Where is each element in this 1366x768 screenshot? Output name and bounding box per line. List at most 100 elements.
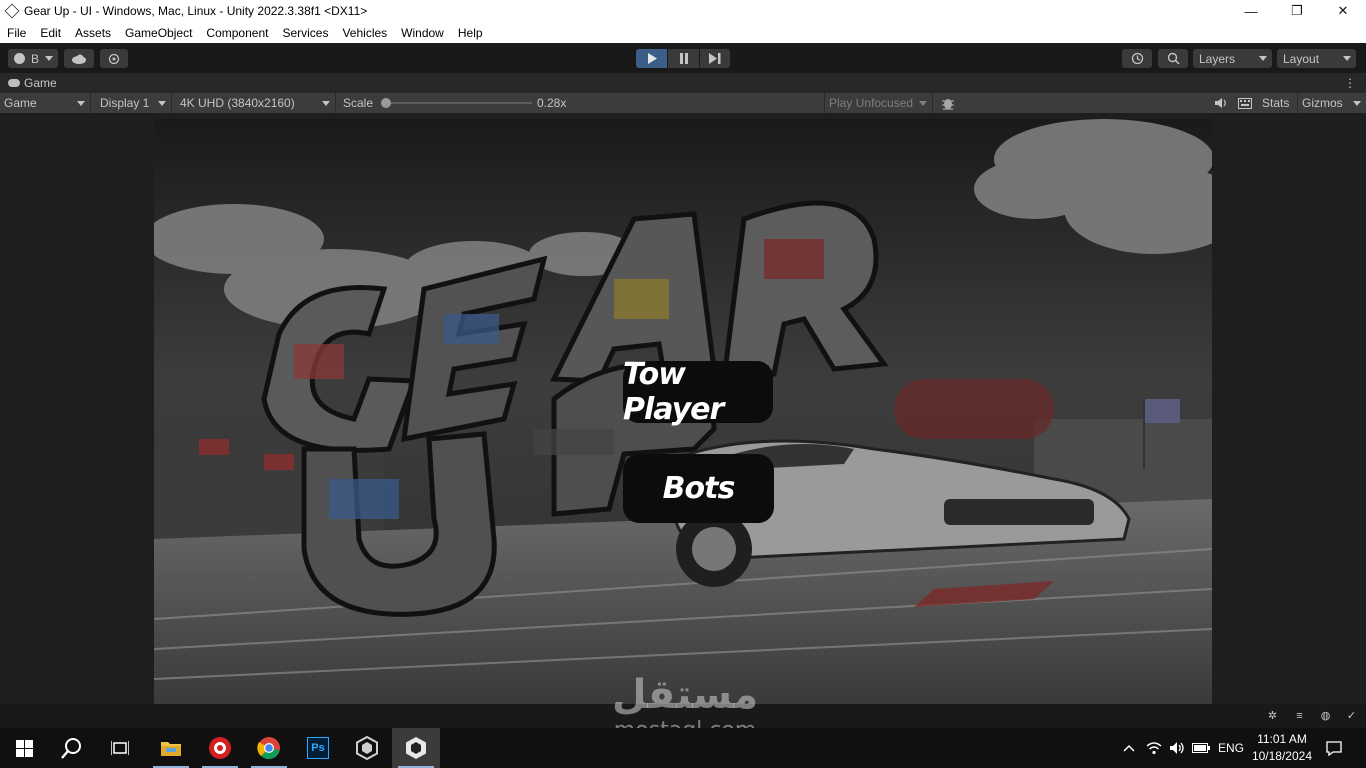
wifi-icon bbox=[1146, 742, 1162, 755]
chevron-up-icon bbox=[1123, 744, 1135, 752]
display-dropdown[interactable]: Display 1 bbox=[96, 93, 172, 113]
menu-component[interactable]: Component bbox=[199, 26, 275, 40]
bug-button[interactable] bbox=[937, 93, 959, 113]
battery-tray-button[interactable] bbox=[1190, 728, 1212, 768]
scale-slider[interactable] bbox=[380, 93, 532, 113]
chevron-down-icon bbox=[1343, 56, 1351, 61]
recorder-app-button[interactable] bbox=[196, 728, 244, 768]
menu-services[interactable]: Services bbox=[275, 26, 335, 40]
chevron-down-icon bbox=[1353, 101, 1361, 106]
scale-slider-track bbox=[384, 102, 532, 104]
history-icon bbox=[1131, 52, 1143, 65]
menu-edit[interactable]: Edit bbox=[33, 26, 68, 40]
menu-assets[interactable]: Assets bbox=[68, 26, 118, 40]
notification-icon bbox=[1326, 740, 1342, 756]
gizmos-dropdown[interactable]: Gizmos bbox=[1297, 93, 1366, 113]
stats-button[interactable]: Stats bbox=[1262, 93, 1289, 113]
language-indicator[interactable]: ENG bbox=[1214, 728, 1248, 768]
scale-value: 0.28x bbox=[537, 96, 567, 110]
step-icon bbox=[709, 53, 721, 64]
play-icon bbox=[647, 53, 657, 64]
chrome-icon bbox=[257, 737, 280, 760]
account-icon bbox=[14, 53, 25, 64]
file-explorer-button[interactable] bbox=[147, 728, 195, 768]
progress-icon[interactable]: ◍ bbox=[1319, 710, 1332, 723]
taskbar: Ps ENG 11:01 AM 10/18/2024 bbox=[0, 728, 1366, 768]
menu-help[interactable]: Help bbox=[451, 26, 490, 40]
chrome-button[interactable] bbox=[245, 728, 293, 768]
start-button[interactable] bbox=[0, 728, 48, 768]
unity-editor-button[interactable] bbox=[392, 728, 440, 768]
photoshop-label: Ps bbox=[311, 742, 325, 754]
search-taskbar-button[interactable] bbox=[48, 728, 96, 768]
tab-game[interactable]: Game bbox=[24, 76, 57, 90]
menu-window[interactable]: Window bbox=[394, 26, 451, 40]
account-label: B bbox=[31, 51, 40, 66]
chevron-down-icon bbox=[158, 101, 166, 106]
photoshop-button[interactable]: Ps bbox=[294, 728, 342, 768]
game-view-toolbar: Game Display 1 4K UHD (3840x2160) Scale … bbox=[0, 93, 1366, 113]
windows-logo-icon bbox=[15, 739, 33, 757]
battery-icon bbox=[1192, 743, 1210, 753]
restore-button[interactable]: ❐ bbox=[1274, 0, 1320, 22]
search-icon bbox=[1167, 52, 1180, 65]
mute-audio-button[interactable] bbox=[1210, 93, 1230, 113]
volume-icon bbox=[1170, 742, 1184, 754]
history-button[interactable] bbox=[1122, 49, 1152, 68]
pause-icon bbox=[679, 53, 688, 64]
unity-hub-button[interactable] bbox=[343, 728, 391, 768]
unity-app-icon bbox=[4, 3, 20, 19]
check-icon[interactable]: ✓ bbox=[1345, 710, 1358, 723]
layout-dropdown[interactable]: Layout bbox=[1277, 49, 1356, 68]
two-player-button[interactable]: Tow Player bbox=[623, 357, 773, 427]
volume-tray-button[interactable] bbox=[1166, 728, 1188, 768]
pause-button[interactable] bbox=[668, 49, 699, 68]
scale-slider-handle[interactable] bbox=[381, 98, 391, 108]
scale-label: Scale bbox=[343, 96, 374, 110]
menu-file[interactable]: File bbox=[0, 26, 33, 40]
menu-vehicles[interactable]: Vehicles bbox=[335, 26, 394, 40]
window-title-bar: Gear Up - UI - Windows, Mac, Linux - Uni… bbox=[0, 0, 1366, 22]
layers-dropdown[interactable]: Layers bbox=[1193, 49, 1272, 68]
menu-bar: File Edit Assets GameObject Component Se… bbox=[0, 22, 1366, 43]
resolution-label: 4K UHD (3840x2160) bbox=[180, 96, 295, 110]
shortcuts-button[interactable] bbox=[1234, 93, 1256, 113]
menu-gameobject[interactable]: GameObject bbox=[118, 26, 199, 40]
display-label: Display 1 bbox=[100, 96, 150, 110]
show-hidden-icons-button[interactable] bbox=[1119, 728, 1139, 768]
stack-icon[interactable]: ≡ bbox=[1293, 710, 1306, 723]
gizmos-label: Gizmos bbox=[1302, 96, 1343, 110]
tab-menu-icon[interactable]: ⋮ bbox=[1344, 76, 1356, 90]
unity-editor-icon bbox=[406, 737, 426, 759]
view-mode-dropdown[interactable]: Game bbox=[0, 93, 91, 113]
chevron-down-icon bbox=[1259, 56, 1267, 61]
game-viewport: Tow Player Bots bbox=[0, 113, 1366, 704]
chevron-down-icon bbox=[322, 101, 330, 106]
debug-icon[interactable]: ✲ bbox=[1266, 710, 1279, 723]
network-tray-button[interactable] bbox=[1143, 728, 1165, 768]
photoshop-icon: Ps bbox=[307, 737, 329, 759]
system-clock[interactable]: 11:01 AM 10/18/2024 bbox=[1252, 731, 1312, 765]
close-button[interactable]: ✕ bbox=[1320, 0, 1366, 22]
record-app-icon bbox=[209, 737, 231, 759]
task-view-icon bbox=[111, 741, 129, 755]
cloud-icon bbox=[72, 54, 86, 64]
step-button[interactable] bbox=[700, 49, 730, 68]
bots-button[interactable]: Bots bbox=[623, 454, 774, 523]
collab-icon bbox=[108, 53, 120, 64]
collab-button[interactable] bbox=[100, 49, 128, 68]
view-mode-label: Game bbox=[4, 96, 37, 110]
notifications-button[interactable] bbox=[1320, 728, 1348, 768]
cloud-button[interactable] bbox=[64, 49, 94, 68]
chevron-down-icon bbox=[919, 101, 927, 106]
minimize-button[interactable]: — bbox=[1228, 0, 1274, 22]
unity-hub-icon bbox=[356, 736, 378, 760]
task-view-button[interactable] bbox=[96, 728, 144, 768]
game-canvas[interactable]: Tow Player Bots bbox=[154, 119, 1212, 704]
watermark-arabic: مستقل bbox=[611, 672, 759, 718]
account-dropdown[interactable]: B bbox=[8, 49, 58, 68]
play-button[interactable] bbox=[636, 49, 667, 68]
resolution-dropdown[interactable]: 4K UHD (3840x2160) bbox=[176, 93, 336, 113]
play-mode-dropdown[interactable]: Play Unfocused bbox=[824, 93, 933, 113]
search-button[interactable] bbox=[1158, 49, 1188, 68]
